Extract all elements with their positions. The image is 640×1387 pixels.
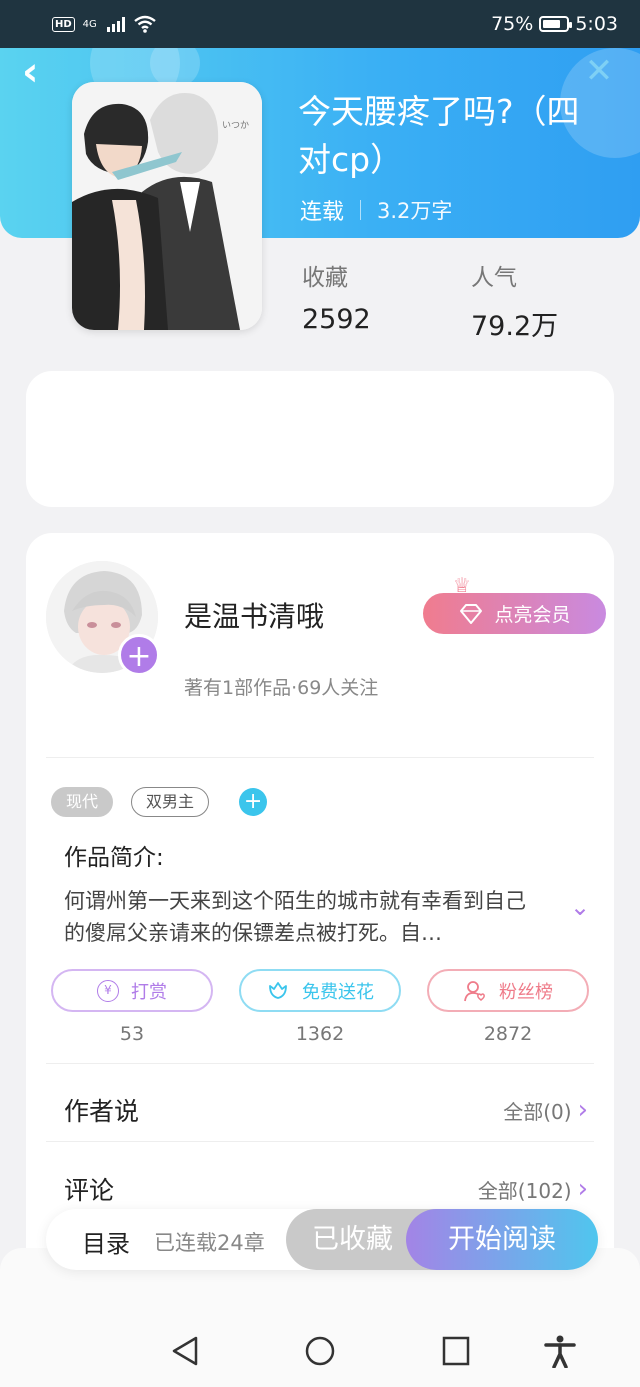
word-count: 3.2万字 bbox=[377, 199, 453, 223]
reading-action-bar: 目录 已连载24章 已收藏 开始阅读 bbox=[46, 1209, 598, 1270]
comments-heading: 评论 bbox=[64, 1176, 115, 1205]
author-works-followers: 著有1部作品·69人关注 bbox=[184, 677, 379, 699]
status-left: HD 4G bbox=[52, 15, 157, 33]
nav-home-icon[interactable] bbox=[300, 1334, 340, 1368]
battery-percent: 75% bbox=[491, 13, 534, 35]
author-says-heading: 作者说 bbox=[64, 1097, 140, 1126]
battery-icon bbox=[539, 16, 573, 32]
tag-list: 现代 双男主 + bbox=[51, 787, 268, 817]
flower-count: 1362 bbox=[295, 1023, 345, 1045]
start-reading-button[interactable]: 开始阅读 bbox=[406, 1209, 598, 1270]
close-button[interactable]: ✕ bbox=[582, 54, 616, 89]
flower-icon bbox=[269, 981, 287, 999]
book-detail-card: + 是温书清哦 著有1部作品·69人关注 ♕ 点亮会员 现代 双男主 + 作品简… bbox=[26, 533, 614, 1293]
status-bar: HD 4G 75% 5:03 bbox=[0, 0, 640, 48]
chevron-down-icon[interactable]: ⌄ bbox=[570, 893, 590, 921]
popularity-value: 79.2万 bbox=[471, 311, 559, 342]
comments-count: 全部(102) bbox=[477, 1178, 572, 1203]
send-flower-button[interactable]: 免费送花 bbox=[239, 969, 401, 1012]
nav-back-icon[interactable] bbox=[166, 1334, 206, 1368]
vip-label: 点亮会员 bbox=[494, 604, 571, 626]
tag-item[interactable]: 现代 bbox=[51, 787, 114, 817]
table-of-contents-button[interactable]: 目录 bbox=[82, 1224, 130, 1259]
author-says-count: 全部(0) bbox=[503, 1099, 572, 1124]
vip-button[interactable]: 点亮会员 bbox=[423, 593, 606, 634]
back-button[interactable]: ‹ bbox=[22, 52, 54, 94]
intro-heading: 作品简介: bbox=[64, 845, 164, 871]
book-meta: 连载 3.2万字 bbox=[300, 194, 452, 226]
favorites-label: 收藏 bbox=[302, 265, 348, 291]
follow-author-button[interactable]: + bbox=[118, 634, 160, 676]
signal-icon bbox=[106, 16, 125, 32]
fan-ranking-label: 粉丝榜 bbox=[499, 981, 553, 1003]
svg-text:いつか: いつか bbox=[222, 120, 249, 131]
yen-coin-icon: ¥ bbox=[97, 979, 119, 1002]
fan-count: 2872 bbox=[483, 1023, 533, 1045]
wifi-icon bbox=[134, 15, 156, 33]
banner-card bbox=[26, 371, 614, 507]
popularity-label: 人气 bbox=[471, 265, 517, 291]
intro-text[interactable]: 何谓州第一天来到这个陌生的城市就有幸看到自己的傻屌父亲请来的保镖差点被打死。自… bbox=[64, 885, 544, 949]
cover-illustration: いつか bbox=[72, 82, 262, 330]
book-cover[interactable]: いつか bbox=[72, 82, 262, 330]
divider bbox=[46, 1141, 594, 1142]
favorites-stat: 收藏 2592 bbox=[302, 258, 371, 335]
favorites-value: 2592 bbox=[302, 304, 371, 335]
tip-count: 53 bbox=[119, 1023, 145, 1045]
network-type: 4G bbox=[82, 18, 97, 30]
send-flower-label: 免费送花 bbox=[302, 981, 374, 1003]
system-navigation-bar bbox=[0, 1312, 640, 1387]
author-says-all-link[interactable]: 全部(0) › bbox=[503, 1095, 588, 1125]
comments-all-link[interactable]: 全部(102) › bbox=[478, 1174, 588, 1204]
hd-badge: HD bbox=[52, 16, 75, 32]
diamond-icon bbox=[460, 603, 483, 624]
tag-item[interactable]: 双男主 bbox=[131, 787, 210, 817]
add-tag-button[interactable]: + bbox=[239, 788, 268, 816]
chevron-right-icon: › bbox=[577, 1095, 588, 1125]
serial-status: 连载 bbox=[300, 200, 345, 225]
chapter-count[interactable]: 已连载24章 bbox=[154, 1227, 265, 1257]
popularity-stat: 人气 79.2万 bbox=[471, 258, 558, 343]
tip-label: 打赏 bbox=[131, 981, 167, 1003]
meta-divider bbox=[360, 200, 362, 220]
fan-person-icon bbox=[464, 980, 485, 1001]
accessibility-icon[interactable] bbox=[540, 1334, 580, 1368]
status-right: 75% 5:03 bbox=[491, 13, 618, 35]
book-title: 今天腰疼了吗?（四对cp） bbox=[298, 92, 580, 179]
divider bbox=[46, 1063, 594, 1064]
clock: 5:03 bbox=[575, 13, 618, 35]
chevron-right-icon: › bbox=[577, 1174, 588, 1204]
author-name[interactable]: 是温书清哦 bbox=[184, 595, 324, 635]
fan-ranking-button[interactable]: 粉丝榜 bbox=[427, 969, 589, 1012]
nav-recents-icon[interactable] bbox=[436, 1334, 476, 1368]
divider bbox=[46, 757, 594, 758]
tip-button[interactable]: ¥ 打赏 bbox=[51, 969, 213, 1012]
